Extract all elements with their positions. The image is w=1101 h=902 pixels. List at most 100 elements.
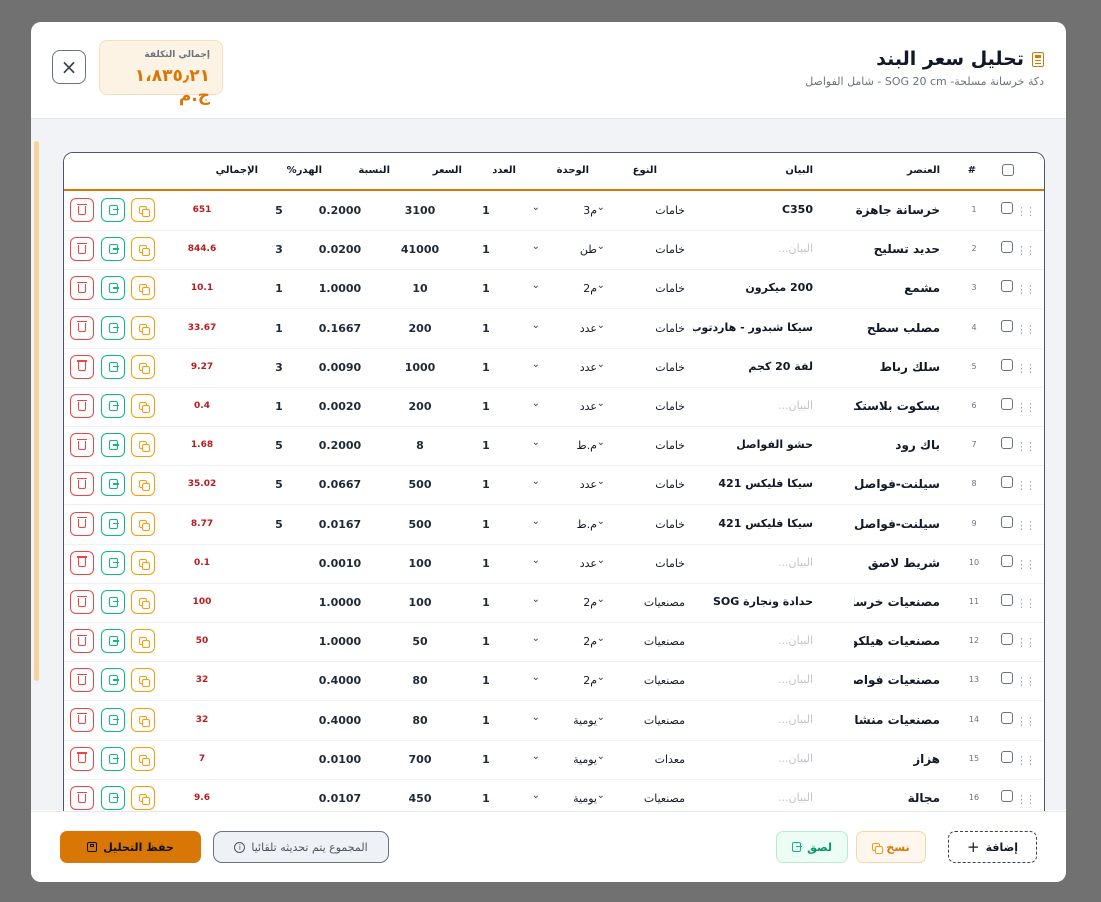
type-select[interactable]: مصنعيات xyxy=(621,635,685,648)
description-input[interactable]: البيان... xyxy=(778,634,813,647)
row-checkbox[interactable] xyxy=(1001,711,1013,724)
type-select[interactable]: مصنعيات xyxy=(621,674,685,687)
description-input[interactable]: سيكا فليكس 421 xyxy=(718,477,813,490)
price-input[interactable]: 500 xyxy=(394,478,446,491)
price-input[interactable]: 1000 xyxy=(394,361,446,374)
duplicate-row-button[interactable] xyxy=(131,315,155,340)
waste-input[interactable]: 5 xyxy=(264,518,294,531)
element-input[interactable]: مجالة xyxy=(908,791,940,805)
drag-handle-icon[interactable]: ⋮⋮ xyxy=(1016,519,1036,532)
type-select[interactable]: خامات xyxy=(621,204,685,217)
count-input[interactable]: 1 xyxy=(471,714,501,727)
delete-row-button[interactable] xyxy=(70,237,94,262)
row-checkbox[interactable] xyxy=(1001,280,1013,293)
element-input[interactable]: مصنعيات خرسانة xyxy=(854,595,940,609)
element-input[interactable]: سيلنت-فواصل 0.5 xyxy=(854,517,940,531)
drag-handle-icon[interactable]: ⋮⋮ xyxy=(1016,205,1036,218)
row-checkbox[interactable] xyxy=(1001,476,1013,489)
delete-row-button[interactable] xyxy=(70,550,94,575)
count-input[interactable]: 1 xyxy=(471,282,501,295)
export-row-button[interactable] xyxy=(101,472,125,497)
type-select[interactable]: خامات xyxy=(621,243,685,256)
duplicate-row-button[interactable] xyxy=(131,276,155,301)
element-input[interactable]: مصنعيات منشار xyxy=(854,713,940,727)
waste-input[interactable]: 3 xyxy=(264,243,294,256)
export-row-button[interactable] xyxy=(101,354,125,379)
unit-select[interactable]: م2 xyxy=(557,596,597,609)
ratio-input[interactable]: 0.0167 xyxy=(314,518,366,531)
select-all-checkbox[interactable] xyxy=(1002,164,1014,176)
unit-select[interactable]: يومية xyxy=(557,792,597,805)
element-input[interactable]: حديد تسليح xyxy=(874,242,940,256)
element-input[interactable]: باك رود xyxy=(895,438,940,452)
delete-row-button[interactable] xyxy=(70,354,94,379)
duplicate-row-button[interactable] xyxy=(131,786,155,810)
delete-row-button[interactable] xyxy=(70,433,94,458)
export-row-button[interactable] xyxy=(101,276,125,301)
duplicate-row-button[interactable] xyxy=(131,668,155,693)
ratio-input[interactable]: 0.0100 xyxy=(314,753,366,766)
row-checkbox[interactable] xyxy=(1001,672,1013,685)
count-input[interactable]: 1 xyxy=(471,400,501,413)
row-checkbox[interactable] xyxy=(1001,358,1013,371)
duplicate-row-button[interactable] xyxy=(131,198,155,222)
copy-button[interactable]: نسخ xyxy=(856,831,926,863)
description-input[interactable]: حدادة ونجارة SOG xyxy=(713,595,813,608)
element-input[interactable]: مصلب سطح xyxy=(867,321,940,335)
drag-handle-icon[interactable]: ⋮⋮ xyxy=(1016,283,1036,296)
export-row-button[interactable] xyxy=(101,786,125,810)
row-checkbox[interactable] xyxy=(1001,790,1013,802)
delete-row-button[interactable] xyxy=(70,315,94,340)
description-input[interactable]: البيان... xyxy=(778,673,813,686)
unit-select[interactable]: عدد xyxy=(557,400,597,413)
delete-row-button[interactable] xyxy=(70,394,94,418)
count-input[interactable]: 1 xyxy=(471,361,501,374)
duplicate-row-button[interactable] xyxy=(131,237,155,262)
unit-select[interactable]: عدد xyxy=(557,361,597,374)
row-checkbox[interactable] xyxy=(1001,437,1013,450)
row-checkbox[interactable] xyxy=(1001,202,1013,214)
count-input[interactable]: 1 xyxy=(471,753,501,766)
description-input[interactable]: لفة 20 كجم xyxy=(748,360,813,373)
unit-select[interactable]: م2 xyxy=(557,635,597,648)
ratio-input[interactable]: 0.0020 xyxy=(314,400,366,413)
description-input[interactable]: البيان... xyxy=(778,791,813,804)
ratio-input[interactable]: 0.2000 xyxy=(314,439,366,452)
delete-row-button[interactable] xyxy=(70,668,94,693)
unit-select[interactable]: يومية xyxy=(557,714,597,727)
drag-handle-icon[interactable]: ⋮⋮ xyxy=(1016,479,1036,492)
waste-input[interactable]: 3 xyxy=(264,361,294,374)
waste-input[interactable]: 1 xyxy=(264,282,294,295)
close-button[interactable]: × xyxy=(52,50,86,84)
price-input[interactable]: 80 xyxy=(394,714,446,727)
add-row-button[interactable]: إضافة + xyxy=(948,831,1037,863)
waste-input[interactable]: 5 xyxy=(264,478,294,491)
price-input[interactable]: 200 xyxy=(394,400,446,413)
delete-row-button[interactable] xyxy=(70,276,94,301)
description-input[interactable]: 200 ميكرون xyxy=(745,281,813,294)
type-select[interactable]: خامات xyxy=(621,478,685,491)
type-select[interactable]: خامات xyxy=(621,322,685,335)
type-select[interactable]: خامات xyxy=(621,518,685,531)
export-row-button[interactable] xyxy=(101,394,125,418)
ratio-input[interactable]: 1.0000 xyxy=(314,282,366,295)
unit-select[interactable]: عدد xyxy=(557,322,597,335)
element-input[interactable]: مصنعيات هيلكوبتر xyxy=(854,634,940,648)
count-input[interactable]: 1 xyxy=(471,204,501,217)
duplicate-row-button[interactable] xyxy=(131,472,155,497)
type-select[interactable]: خامات xyxy=(621,557,685,570)
ratio-input[interactable]: 1.0000 xyxy=(314,596,366,609)
delete-row-button[interactable] xyxy=(70,472,94,497)
price-input[interactable]: 10 xyxy=(394,282,446,295)
paste-button[interactable]: لصق xyxy=(776,831,848,863)
element-input[interactable]: مصنعيات فواصل xyxy=(854,673,940,687)
element-input[interactable]: شريط لاصق xyxy=(868,556,940,570)
ratio-input[interactable]: 1.0000 xyxy=(314,635,366,648)
count-input[interactable]: 1 xyxy=(471,635,501,648)
description-input[interactable]: سيكا فليكس 421 xyxy=(718,517,813,530)
count-input[interactable]: 1 xyxy=(471,557,501,570)
type-select[interactable]: مصنعيات xyxy=(621,714,685,727)
count-input[interactable]: 1 xyxy=(471,243,501,256)
drag-handle-icon[interactable]: ⋮⋮ xyxy=(1016,636,1036,649)
unit-select[interactable]: م2 xyxy=(557,674,597,687)
